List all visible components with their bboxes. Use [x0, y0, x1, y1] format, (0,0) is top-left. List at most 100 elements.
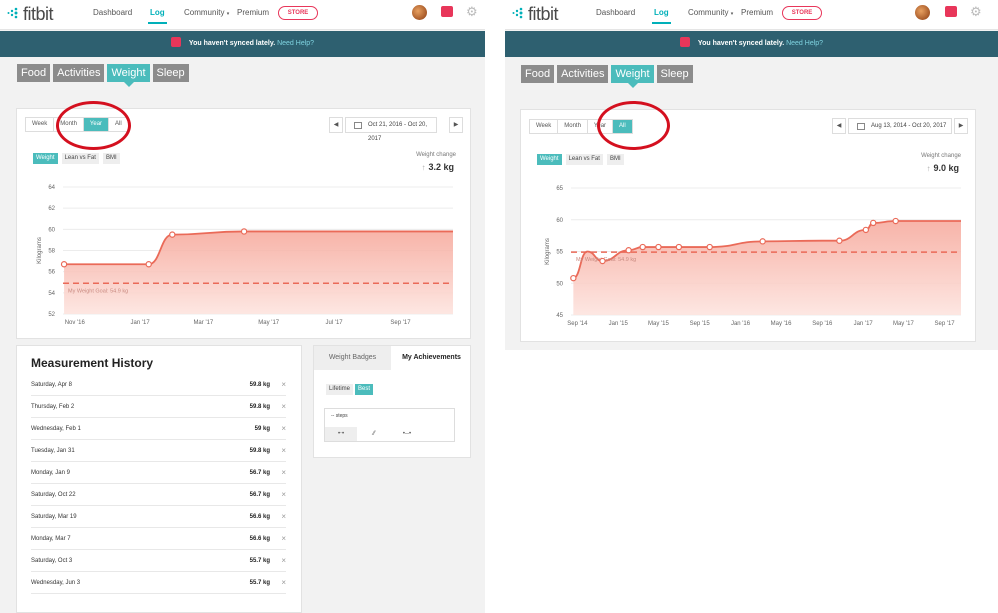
x-tick-label: Jan '17 — [854, 321, 874, 327]
x-tick-label: Jul '17 — [325, 320, 343, 326]
tab-weight[interactable]: Weight — [611, 65, 654, 88]
delete-icon[interactable]: × — [281, 506, 286, 528]
tab-food[interactable]: Food — [17, 64, 51, 82]
store-button[interactable]: STORE — [782, 6, 822, 20]
data-point — [706, 243, 713, 251]
measurement-date: Thursday, Feb 2 — [31, 404, 75, 410]
filter-best[interactable]: Best — [355, 384, 374, 395]
fitbit-logo[interactable]: fitbit — [511, 4, 559, 25]
delete-icon[interactable]: × — [281, 462, 286, 484]
need-help-link[interactable]: Need Help? — [786, 40, 823, 47]
measurement-date: Tuesday, Jan 31 — [31, 448, 75, 454]
gear-icon[interactable]: ⚙ — [466, 4, 478, 20]
delete-icon[interactable]: × — [281, 550, 286, 572]
x-tick-label: May '16 — [771, 321, 792, 327]
data-point — [862, 226, 870, 234]
measurement-date: Saturday, Apr 8 — [31, 382, 72, 388]
steps-label: -- steps — [331, 413, 348, 419]
x-tick-label: Sep '17 — [390, 320, 411, 326]
sync-banner: You haven't synced lately. Need Help? — [505, 31, 998, 57]
y-tick-label: 56 — [48, 270, 55, 276]
right-screenshot-panel: fitbit Dashboard Log Community ▾ Premium… — [505, 0, 998, 350]
nav-log[interactable]: Log — [148, 8, 167, 24]
tab-my-achievements[interactable]: My Achievements — [391, 346, 472, 370]
delete-icon[interactable]: × — [281, 528, 286, 550]
avatar[interactable] — [915, 5, 930, 20]
sync-message: You haven't synced lately. — [697, 40, 785, 47]
table-row: Tuesday, Jan 31 59.8 kg × — [31, 440, 286, 462]
y-tick-label: 60 — [556, 218, 563, 224]
table-row: Monday, Mar 7 56.6 kg × — [31, 528, 286, 550]
table-row: Thursday, Feb 2 59.8 kg × — [31, 396, 286, 418]
avatar[interactable] — [412, 5, 427, 20]
measurement-value: 59.8 kg — [249, 382, 270, 388]
filter-lifetime[interactable]: Lifetime — [326, 384, 354, 395]
brand-name: fitbit — [528, 4, 559, 24]
x-tick-label: Sep '15 — [690, 321, 711, 327]
tab-activities[interactable]: Activities — [53, 64, 105, 82]
x-tick-label: Jan '16 — [731, 321, 751, 327]
tab-sleep[interactable]: Sleep — [152, 64, 189, 82]
measurement-date: Wednesday, Jun 3 — [31, 580, 81, 586]
nav-dashboard[interactable]: Dashboard — [596, 8, 635, 17]
need-help-link[interactable]: Need Help? — [277, 40, 314, 47]
y-tick-label: 45 — [556, 313, 563, 319]
alert-icon — [679, 37, 690, 47]
nav-community-label: Community — [688, 8, 729, 17]
chevron-down-icon: ▾ — [226, 11, 230, 17]
weight-area — [64, 231, 454, 314]
tab-activities[interactable]: Activities — [557, 65, 609, 83]
achievements-card: Weight Badges My Achievements Lifetime B… — [313, 345, 471, 458]
nav-dashboard[interactable]: Dashboard — [93, 8, 132, 17]
x-tick-label: Sep '16 — [812, 321, 833, 327]
goal-label: My Weight Goal: 54.9 kg — [68, 288, 128, 294]
measurement-value: 56.6 kg — [249, 536, 270, 542]
nav-community[interactable]: Community ▾ — [688, 8, 733, 17]
sync-message: You haven't synced lately. — [188, 40, 276, 47]
nav-premium[interactable]: Premium — [741, 8, 773, 17]
measurement-history-card: Measurement History Saturday, Apr 8 59.8 … — [16, 345, 302, 613]
stairs-icon[interactable]: ⁄⁄ — [358, 427, 390, 441]
weight-area — [573, 221, 961, 315]
delete-icon[interactable]: × — [281, 484, 286, 506]
goal-label: My Weight Goal: 54.9 kg — [576, 257, 636, 263]
y-tick-label: 64 — [48, 185, 55, 191]
delete-icon[interactable]: × — [281, 440, 286, 462]
footsteps-icon[interactable]: •‧• — [325, 427, 357, 441]
tab-weight[interactable]: Weight — [107, 64, 150, 87]
nav-premium[interactable]: Premium — [237, 8, 269, 17]
nav-community[interactable]: Community ▾ — [184, 8, 229, 17]
top-nav: fitbit Dashboard Log Community ▾ Premium… — [505, 0, 998, 30]
table-row: Saturday, Apr 8 59.8 kg × — [31, 374, 286, 396]
nav-log[interactable]: Log — [652, 8, 671, 24]
delete-icon[interactable]: × — [281, 572, 286, 594]
message-icon[interactable] — [945, 6, 957, 17]
data-point — [240, 228, 248, 235]
fitbit-logo[interactable]: fitbit — [6, 4, 54, 25]
fitbit-dots-icon — [512, 7, 523, 19]
table-row: Wednesday, Feb 1 59 kg × — [31, 418, 286, 440]
data-point — [145, 261, 152, 268]
delete-icon[interactable]: × — [281, 418, 286, 440]
tab-sleep[interactable]: Sleep — [656, 65, 693, 83]
data-point — [892, 217, 899, 225]
store-button[interactable]: STORE — [278, 6, 318, 20]
y-tick-label: 50 — [556, 281, 563, 287]
delete-icon[interactable]: × — [281, 396, 286, 418]
table-row: Saturday, Mar 19 56.6 kg × — [31, 506, 286, 528]
brand-name: fitbit — [23, 4, 54, 24]
distance-icon[interactable]: •--• — [391, 427, 423, 441]
x-tick-label: Jan '15 — [609, 321, 629, 327]
data-point — [675, 243, 683, 251]
message-icon[interactable] — [441, 6, 453, 17]
delete-icon[interactable]: × — [281, 374, 286, 396]
tab-food[interactable]: Food — [521, 65, 555, 83]
tab-weight-badges[interactable]: Weight Badges — [314, 346, 391, 370]
table-row: Saturday, Oct 22 56.7 kg × — [31, 484, 286, 506]
gear-icon[interactable]: ⚙ — [970, 4, 982, 20]
measurement-value: 56.7 kg — [249, 492, 270, 498]
sync-banner: You haven't synced lately. Need Help? — [0, 31, 485, 57]
y-tick-label: 65 — [556, 186, 563, 192]
steps-box: -- steps •‧• ⁄⁄ •--• — [324, 408, 455, 442]
x-tick-label: May '17 — [893, 321, 914, 327]
